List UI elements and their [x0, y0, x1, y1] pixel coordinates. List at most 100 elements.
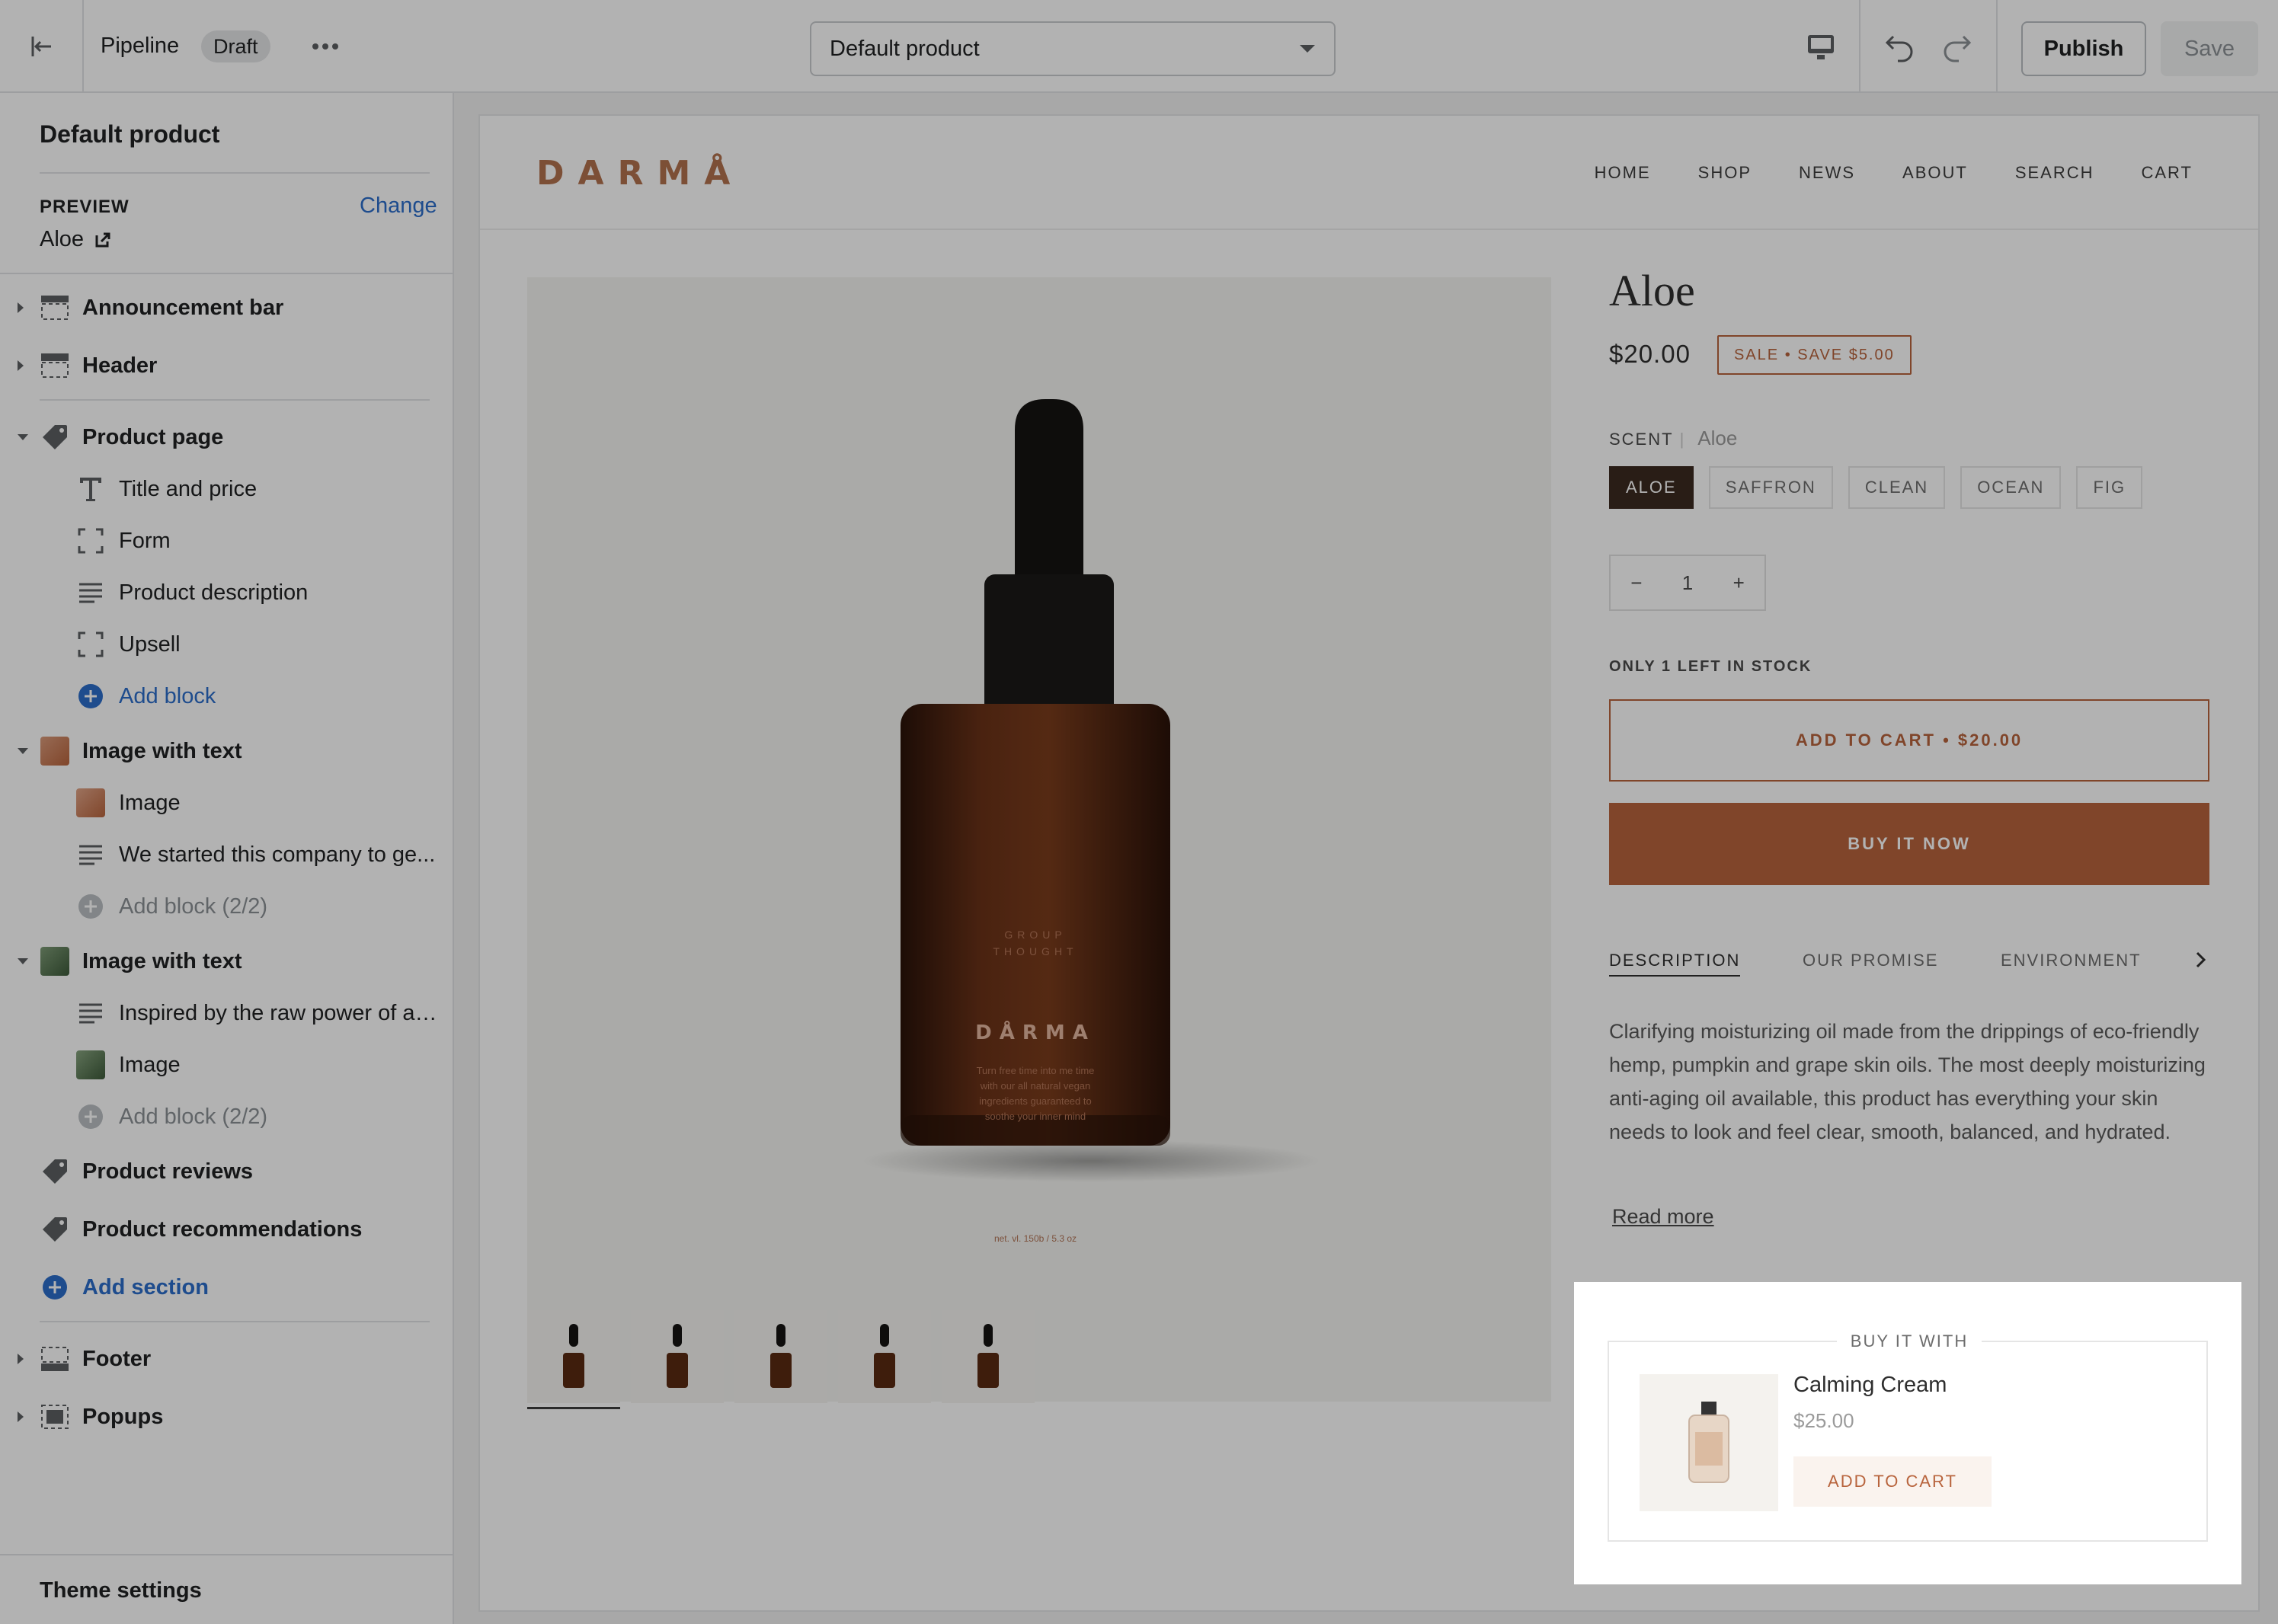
block-image[interactable]: Image: [0, 1042, 454, 1088]
section-label: Header: [82, 353, 158, 378]
toolbar-divider: [1859, 0, 1860, 93]
upsell-product-name[interactable]: Calming Cream: [1793, 1373, 1947, 1398]
section-label: Image with text: [82, 949, 242, 973]
thumbnail[interactable]: [942, 1310, 1035, 1403]
undo-button[interactable]: [1880, 27, 1920, 67]
external-link-icon: [95, 232, 110, 247]
add-section-button[interactable]: Add section: [0, 1264, 454, 1310]
nav-news[interactable]: NEWS: [1799, 163, 1855, 183]
product-price: $20.00: [1609, 340, 1691, 368]
upsell-product-image[interactable]: [1640, 1374, 1778, 1511]
quantity-stepper: − 1 +: [1609, 555, 1766, 611]
preview-product[interactable]: Aloe: [40, 227, 111, 252]
scent-option-label: SCENT | Aloe: [1609, 427, 1738, 449]
plus-circle-icon: [75, 681, 106, 711]
block-text[interactable]: Inspired by the raw power of a ...: [0, 990, 454, 1036]
scent-option[interactable]: ALOE: [1609, 466, 1694, 509]
upsell-title-text: BUY IT WITH: [1836, 1331, 1982, 1351]
quantity-value[interactable]: 1: [1682, 571, 1693, 595]
divider: [0, 273, 454, 274]
save-button[interactable]: Save: [2161, 21, 2258, 76]
section-image-with-text-1[interactable]: Image with text: [0, 728, 454, 774]
nav-cart[interactable]: CART: [2142, 163, 2193, 183]
caret-down-icon: [18, 958, 28, 964]
block-label: Product description: [119, 580, 309, 605]
thumbnail[interactable]: [527, 1310, 620, 1409]
thumbnail[interactable]: [838, 1310, 931, 1403]
theme-settings-button[interactable]: Theme settings: [0, 1554, 454, 1624]
read-more-link[interactable]: Read more: [1612, 1205, 1714, 1229]
block-frame-icon: [75, 526, 106, 556]
quantity-increase-button[interactable]: +: [1733, 571, 1745, 595]
thumbnail[interactable]: [734, 1310, 827, 1403]
scent-swatches: ALOE SAFFRON CLEAN OCEAN FIG: [1609, 466, 2143, 509]
sidebar-title: Default product: [40, 120, 220, 148]
exit-icon: [31, 37, 51, 56]
section-label: Product reviews: [82, 1159, 254, 1184]
template-select[interactable]: Default product: [810, 21, 1336, 76]
add-block-label: Add block: [119, 684, 216, 708]
block-title-and-price[interactable]: Title and price: [0, 466, 454, 512]
section-image-with-text-2[interactable]: Image with text: [0, 938, 454, 984]
change-preview-link[interactable]: Change: [360, 193, 437, 219]
section-product-page[interactable]: Product page: [0, 414, 454, 460]
block-upsell[interactable]: Upsell: [0, 622, 454, 667]
tab-description[interactable]: DESCRIPTION: [1609, 951, 1741, 977]
scent-option[interactable]: OCEAN: [1960, 466, 2062, 509]
add-block-button-disabled: Add block (2/2): [0, 1094, 454, 1140]
template-select-value: Default product: [830, 36, 980, 61]
product-tabs: DESCRIPTION OUR PROMISE ENVIRONMENT: [1609, 951, 2209, 981]
nav-home[interactable]: HOME: [1595, 163, 1651, 183]
redo-icon: [1944, 35, 1972, 62]
caret-right-icon: [18, 360, 24, 371]
cream-jar-image: [1688, 1402, 1729, 1483]
tab-our-promise[interactable]: OUR PROMISE: [1803, 951, 1938, 970]
nav-shop[interactable]: SHOP: [1698, 163, 1752, 183]
section-footer[interactable]: Footer: [0, 1336, 454, 1382]
block-form[interactable]: Form: [0, 518, 454, 564]
quantity-decrease-button[interactable]: −: [1630, 571, 1642, 595]
section-popups[interactable]: Popups: [0, 1394, 454, 1440]
section-header[interactable]: Header: [0, 343, 454, 388]
more-actions-button[interactable]: [308, 34, 343, 59]
upsell-highlight[interactable]: BUY IT WITH Calming Cream $25.00 ADD TO …: [1574, 1282, 2241, 1584]
product-title: Aloe: [1609, 266, 1695, 315]
product-main-image[interactable]: GROUP THOUGHT DÅRMA Turn free time into …: [527, 277, 1551, 1402]
chevron-right-icon[interactable]: [2191, 951, 2209, 969]
section-product-reviews[interactable]: Product reviews: [0, 1149, 454, 1194]
popup-icon: [40, 1402, 70, 1432]
scent-option[interactable]: FIG: [2076, 466, 2143, 509]
scent-option[interactable]: CLEAN: [1848, 466, 1946, 509]
exit-button[interactable]: [0, 0, 84, 93]
add-block-button[interactable]: Add block: [0, 673, 454, 719]
block-label: Upsell: [119, 632, 181, 657]
tab-environment[interactable]: ENVIRONMENT: [2001, 951, 2142, 970]
block-text[interactable]: We started this company to ge...: [0, 832, 454, 878]
redo-button[interactable]: [1937, 27, 1976, 67]
section-product-recommendations[interactable]: Product recommendations: [0, 1207, 454, 1252]
upsell-card: BUY IT WITH Calming Cream $25.00 ADD TO …: [1608, 1331, 2208, 1542]
theme-name: Pipeline: [101, 34, 180, 58]
store-logo[interactable]: DARMÅ: [536, 154, 744, 193]
image-thumbnail: [75, 1050, 106, 1080]
section-announcement-bar[interactable]: Announcement bar: [0, 285, 454, 331]
block-product-description[interactable]: Product description: [0, 570, 454, 615]
sale-badge: SALE • SAVE $5.00: [1717, 335, 1912, 375]
text-lines-icon: [75, 839, 106, 870]
buy-it-now-button[interactable]: BUY IT NOW: [1609, 803, 2209, 885]
zoom-plus-icon[interactable]: [1541, 1392, 1551, 1402]
nav-search[interactable]: SEARCH: [2015, 163, 2094, 183]
publish-button[interactable]: Publish: [2021, 21, 2146, 76]
tag-icon: [40, 422, 70, 452]
desktop-view-button[interactable]: [1801, 29, 1841, 66]
add-to-cart-button[interactable]: ADD TO CART • $20.00: [1609, 699, 2209, 782]
nav-about[interactable]: ABOUT: [1902, 163, 1968, 183]
add-block-button-disabled: Add block (2/2): [0, 884, 454, 929]
upsell-add-to-cart-button[interactable]: ADD TO CART: [1793, 1456, 1992, 1507]
scent-option[interactable]: SAFFRON: [1708, 466, 1833, 509]
caret-right-icon: [18, 1354, 24, 1364]
block-image[interactable]: Image: [0, 780, 454, 826]
block-frame-icon: [75, 629, 106, 660]
thumbnail[interactable]: [631, 1310, 724, 1403]
stock-note: ONLY 1 LEFT IN STOCK: [1609, 658, 1812, 675]
